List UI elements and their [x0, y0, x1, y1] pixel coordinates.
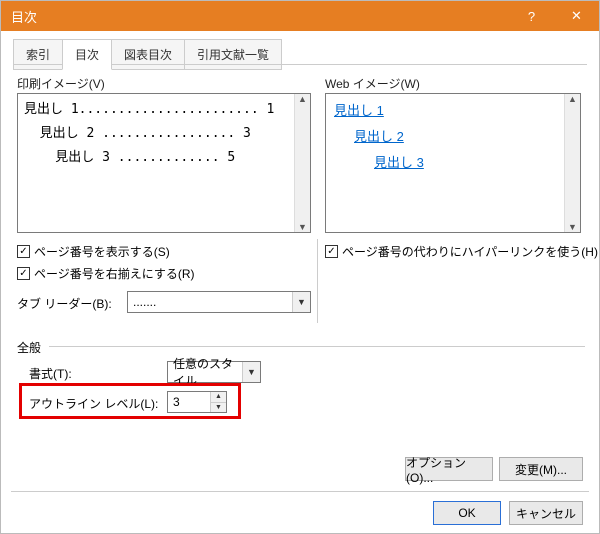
print-preview-label: 印刷イメージ(V): [17, 75, 105, 92]
tab-toc[interactable]: 目次: [62, 39, 112, 70]
chevron-down-icon: ▼: [242, 362, 260, 382]
print-preview-panel: 見出し 1....................... 1 見出し 2 ...…: [17, 93, 311, 233]
tab-index[interactable]: 索引: [13, 39, 63, 70]
window-title: 目次: [11, 7, 37, 26]
check-icon: [325, 245, 338, 258]
web-link-h2[interactable]: 見出し 2: [334, 124, 562, 150]
checkbox-use-hyperlinks-label: ページ番号の代わりにハイパーリンクを使う(H): [342, 243, 598, 260]
check-icon: [17, 245, 30, 258]
tab-leader-label: タブ リーダー(B):: [17, 295, 112, 312]
checkbox-show-page-numbers[interactable]: ページ番号を表示する(S): [17, 243, 170, 260]
web-preview-body: 見出し 1 見出し 2 見出し 3: [334, 98, 562, 228]
cancel-button[interactable]: キャンセル: [509, 501, 583, 525]
separator-vertical: [317, 239, 318, 323]
tab-leader-value: .......: [128, 295, 292, 309]
web-preview-scrollbar[interactable]: [564, 94, 580, 232]
tab-leader-combo[interactable]: ....... ▼: [127, 291, 311, 313]
checkbox-use-hyperlinks[interactable]: ページ番号の代わりにハイパーリンクを使う(H): [325, 243, 598, 260]
web-preview-panel: 見出し 1 見出し 2 見出し 3: [325, 93, 581, 233]
check-icon: [17, 267, 30, 280]
format-label: 書式(T):: [29, 365, 72, 382]
tab-strip: 索引 目次 図表目次 引用文献一覧: [13, 39, 281, 70]
dialog-window: 目次 ? ✕ 索引 目次 図表目次 引用文献一覧 印刷イメージ(V) Web イ…: [0, 0, 600, 534]
options-button[interactable]: オプション(O)...: [405, 457, 493, 481]
highlight-annotation: [19, 383, 241, 419]
separator-general: [49, 346, 585, 347]
checkbox-right-align[interactable]: ページ番号を右揃えにする(R): [17, 265, 195, 282]
tab-figures[interactable]: 図表目次: [111, 39, 185, 70]
checkbox-right-align-label: ページ番号を右揃えにする(R): [34, 265, 195, 282]
checkbox-show-page-numbers-label: ページ番号を表示する(S): [34, 243, 170, 260]
print-preview-scrollbar[interactable]: [294, 94, 310, 232]
web-link-h3[interactable]: 見出し 3: [334, 150, 562, 176]
separator-bottom: [11, 491, 589, 492]
ok-button[interactable]: OK: [433, 501, 501, 525]
print-preview-body: 見出し 1....................... 1 見出し 2 ...…: [24, 98, 292, 228]
modify-button[interactable]: 変更(M)...: [499, 457, 583, 481]
web-preview-label: Web イメージ(W): [325, 75, 420, 92]
web-link-h1[interactable]: 見出し 1: [334, 98, 562, 124]
help-icon[interactable]: ?: [509, 1, 554, 31]
format-combo[interactable]: 任意のスタイル ▼: [167, 361, 261, 383]
chevron-down-icon: ▼: [292, 292, 310, 312]
tab-citations[interactable]: 引用文献一覧: [184, 39, 282, 70]
client-area: 索引 目次 図表目次 引用文献一覧 印刷イメージ(V) Web イメージ(W) …: [1, 31, 599, 533]
titlebar: 目次 ? ✕: [1, 1, 599, 31]
close-icon[interactable]: ✕: [554, 1, 599, 31]
general-group-label: 全般: [17, 339, 41, 356]
